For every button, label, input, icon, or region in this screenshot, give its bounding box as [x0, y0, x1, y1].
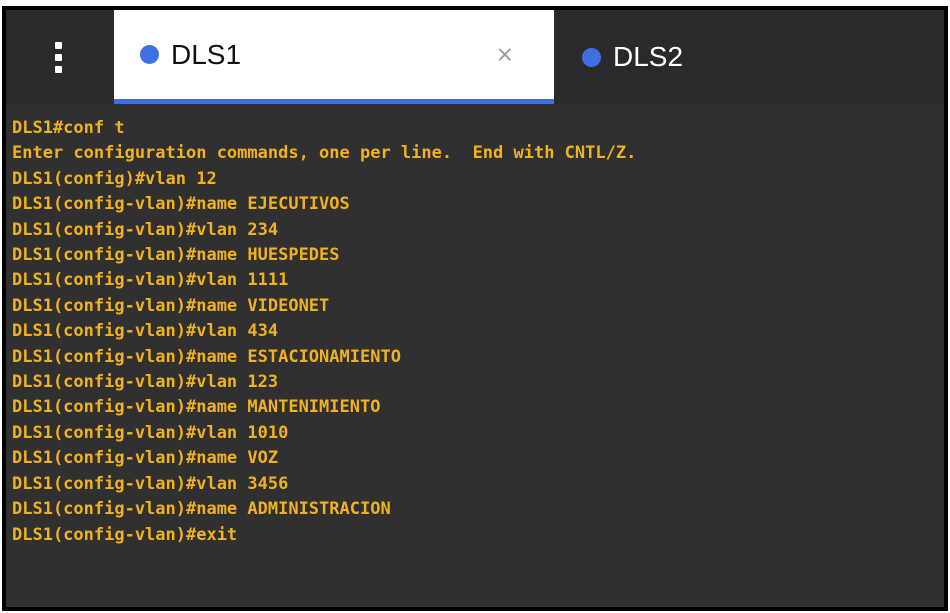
- status-dot-icon: [582, 47, 601, 67]
- terminal-line: DLS1(config-vlan)#vlan 3456: [12, 473, 289, 494]
- terminal-line: DLS1(config-vlan)#name VOZ: [12, 448, 279, 469]
- terminal-line: Enter configuration commands, one per li…: [12, 143, 637, 164]
- tab-label: DLS2: [613, 41, 684, 72]
- terminal-line: DLS1(config-vlan)#exit: [12, 524, 238, 545]
- terminal-line: DLS1(config-vlan)#name ESTACIONAMIENTO: [12, 346, 401, 367]
- close-icon[interactable]: ×: [496, 42, 514, 67]
- screenshot-frame: DLS1 × DLS2 DLS1#conf t Enter configurati…: [2, 6, 948, 611]
- terminal-line: DLS1(config-vlan)#name MANTENIMIENTO: [12, 397, 381, 418]
- terminal-line: DLS1(config-vlan)#vlan 1010: [12, 422, 289, 443]
- terminal-output[interactable]: DLS1#conf t Enter configuration commands,…: [6, 108, 944, 607]
- terminal-window: DLS1 × DLS2 DLS1#conf t Enter configurati…: [6, 10, 944, 607]
- terminal-line: DLS1(config-vlan)#name ADMINISTRACION: [12, 499, 391, 520]
- tab-dls2[interactable]: DLS2: [554, 10, 944, 104]
- terminal-line: DLS1(config-vlan)#vlan 234: [12, 219, 279, 240]
- tab-dls1[interactable]: DLS1 ×: [114, 10, 554, 104]
- tab-label: DLS1: [171, 38, 242, 70]
- terminal-line: DLS1(config-vlan)#vlan 1111: [12, 270, 289, 291]
- terminal-line: DLS1(config-vlan)#name VIDEONET: [12, 295, 330, 316]
- terminal-line: DLS1(config-vlan)#name EJECUTIVOS: [12, 194, 350, 215]
- terminal-line: DLS1(config-vlan)#name HUESPEDES: [12, 245, 340, 266]
- menu-button[interactable]: [6, 10, 110, 104]
- terminal-line: DLS1#conf t: [12, 118, 125, 138]
- terminal-line: DLS1(config-vlan)#vlan 123: [12, 372, 279, 393]
- status-dot-icon: [140, 45, 159, 64]
- terminal-line: DLS1(config-vlan)#vlan 434: [12, 321, 279, 342]
- terminal-line: DLS1(config)#vlan 12: [12, 168, 217, 189]
- tab-bar: DLS1 × DLS2: [6, 10, 944, 104]
- kebab-menu-icon: [54, 41, 62, 73]
